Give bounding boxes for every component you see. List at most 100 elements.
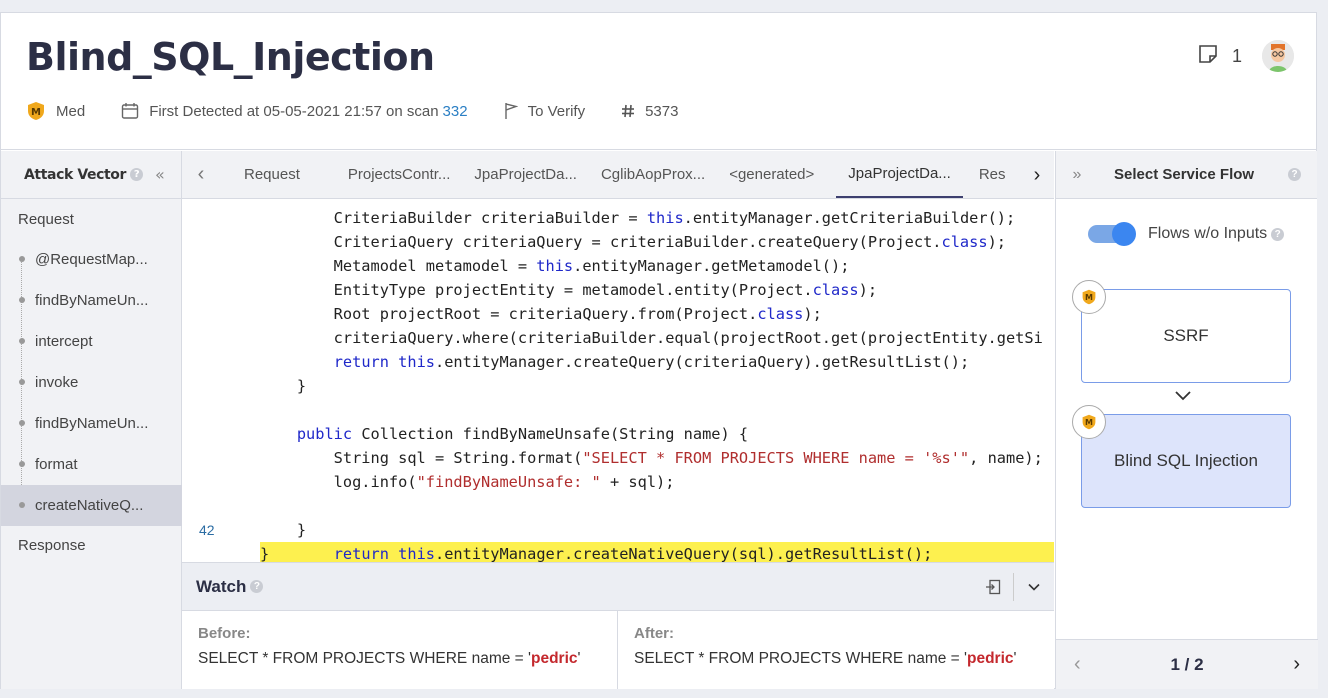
code-line: return this.entityManager.createQuery(cr… — [333, 353, 970, 371]
list-item[interactable]: findByNameUn... — [1, 280, 181, 321]
watch-tools — [973, 563, 1054, 611]
calendar-icon — [121, 102, 139, 120]
av-response[interactable]: Response — [1, 526, 181, 566]
file-tabs: ‹ Request ProjectsContr... JpaProjectDa.… — [182, 151, 1054, 199]
shield-medium-icon: M — [1072, 405, 1106, 439]
flag-icon — [504, 102, 518, 120]
issue-id: 5373 — [621, 103, 678, 120]
tab-cglib-aop-proxy[interactable]: CglibAopProx... — [589, 151, 717, 198]
service-flow-title: Select Service Flow — [1114, 166, 1255, 183]
shield-medium-icon: M — [26, 101, 46, 121]
after-label: After: — [634, 625, 674, 642]
svg-text:M: M — [31, 107, 41, 118]
tab-jpa-project-dao-active[interactable]: JpaProjectDa... — [836, 151, 963, 198]
watch-before: Before: SELECT * FROM PROJECTS WHERE nam… — [182, 611, 618, 689]
help-icon[interactable]: ? — [130, 168, 144, 181]
code-line: } — [260, 545, 270, 562]
issue-window: Blind_SQL_Injection M Med First Detected… — [0, 12, 1318, 689]
tabs-prev-icon[interactable]: ‹ — [182, 151, 220, 198]
code-line: EntityType projectEntity = metamodel.ent… — [260, 281, 878, 299]
tabs-next-icon[interactable]: › — [1020, 151, 1054, 198]
before-label: Before: — [198, 625, 251, 642]
flow-card-ssrf[interactable]: M SSRF — [1072, 280, 1291, 383]
flow-card-label: Blind SQL Injection — [1114, 451, 1258, 470]
help-icon[interactable]: ? — [1271, 227, 1285, 241]
watch-panel: Watch ? Before: SELECT * FROM PROJECTS W… — [182, 562, 1054, 689]
flows-toggle-row: Flows w/o Inputs ? — [1088, 222, 1285, 246]
code-line: } — [260, 377, 307, 395]
tab-jpa-project-dao[interactable]: JpaProjectDa... — [462, 151, 589, 198]
shield-medium-icon: M — [1072, 280, 1106, 314]
hash-icon — [621, 104, 635, 118]
notes-count: 1 — [1231, 45, 1242, 66]
help-icon[interactable]: ? — [250, 580, 264, 593]
chevron-down-icon[interactable] — [1014, 563, 1054, 611]
pager-prev-icon[interactable]: ‹ — [1074, 653, 1081, 676]
list-item[interactable]: intercept — [1, 321, 181, 362]
pager-text: 1 / 2 — [1170, 654, 1204, 674]
service-flow-panel: » Select Service Flow ? Flows w/o Inputs… — [1055, 151, 1318, 689]
flow-pager: ‹ 1 / 2 › — [1056, 639, 1318, 689]
watch-header: Watch ? — [182, 563, 1054, 611]
flow-card-label: SSRF — [1163, 326, 1209, 345]
attack-vector-panel: Attack Vector ? « Request @RequestMap...… — [1, 151, 193, 689]
first-detected-text: First Detected at 05-05-2021 21:57 on sc… — [149, 102, 439, 120]
svg-text:M: M — [1085, 293, 1093, 302]
watch-after: After: SELECT * FROM PROJECTS WHERE name… — [618, 611, 1054, 689]
attack-vector-title: Attack Vector — [24, 166, 127, 183]
code-line: CriteriaQuery criteriaQuery = criteriaBu… — [260, 233, 1006, 251]
code-line: CriteriaBuilder criteriaBuilder = this.e… — [260, 209, 1016, 227]
toggle-knob — [1112, 222, 1136, 246]
code-line: String sql = String.format("SELECT * FRO… — [260, 449, 1043, 467]
flow-card-blind-sql[interactable]: M Blind SQL Injection — [1072, 405, 1291, 508]
flows-toggle[interactable] — [1088, 222, 1136, 246]
attack-vector-list: Request @RequestMap... findByNameUn... i… — [1, 199, 193, 566]
before-value: SELECT * FROM PROJECTS WHERE name = 'ped… — [198, 650, 581, 667]
expand-icon[interactable]: » — [1056, 166, 1098, 184]
code-line: log.info("findByNameUnsafe: " + sql); — [260, 473, 675, 491]
svg-text:M: M — [1085, 418, 1093, 427]
severity: M Med — [26, 101, 85, 121]
watch-title: Watch — [196, 576, 247, 596]
issue-id-value: 5373 — [645, 102, 679, 120]
chevron-down-icon — [1174, 389, 1192, 407]
severity-label: Med — [56, 102, 86, 120]
list-item[interactable]: findByNameUn... — [1, 403, 181, 444]
help-icon[interactable]: ? — [1288, 168, 1301, 181]
pager-next-icon[interactable]: › — [1293, 653, 1300, 676]
tab-projects-controller[interactable]: ProjectsContr... — [312, 151, 463, 198]
code-line: Metamodel metamodel = this.entityManager… — [260, 257, 850, 275]
list-item[interactable]: format — [1, 444, 181, 485]
list-item[interactable]: invoke — [1, 362, 181, 403]
code-line: } — [260, 521, 307, 539]
page-title: Blind_SQL_Injection — [26, 35, 435, 79]
code-line: Root projectRoot = criteriaQuery.from(Pr… — [260, 305, 822, 323]
code-line: public Collection findByNameUnsafe(Strin… — [296, 425, 749, 443]
tab-request[interactable]: Request — [220, 151, 312, 198]
state[interactable]: To Verify — [504, 102, 586, 120]
after-value: SELECT * FROM PROJECTS WHERE name = 'ped… — [634, 650, 1017, 667]
list-item-active[interactable]: createNativeQ... — [1, 485, 193, 526]
avatar[interactable] — [1262, 40, 1294, 72]
issue-header: Blind_SQL_Injection M Med First Detected… — [1, 13, 1316, 150]
header-actions: 1 — [1198, 40, 1294, 72]
av-request[interactable]: Request — [1, 209, 181, 231]
notes-icon[interactable] — [1198, 44, 1218, 69]
attack-vector-header: Attack Vector ? « — [1, 151, 181, 199]
code-viewer: CriteriaBuilder criteriaBuilder = this.e… — [182, 200, 1054, 562]
first-detected: First Detected at 05-05-2021 21:57 on sc… — [121, 102, 468, 120]
scan-link[interactable]: 332 — [443, 103, 468, 120]
tab-generated[interactable]: <generated> — [717, 151, 826, 198]
service-flow-header: » Select Service Flow ? — [1056, 151, 1317, 199]
code-line-highlighted: 42 return this.entityManager.createNativ… — [182, 494, 1054, 562]
tab-response[interactable]: Res — [963, 151, 1018, 198]
collapse-left-icon[interactable]: « — [155, 165, 165, 184]
state-label: To Verify — [527, 102, 586, 120]
code-line: criteriaQuery.where(criteriaBuilder.equa… — [260, 329, 1043, 347]
watch-body: Before: SELECT * FROM PROJECTS WHERE nam… — [182, 611, 1054, 689]
issue-meta: M Med First Detected at 05-05-2021 21:57… — [26, 101, 714, 121]
list-item[interactable]: @RequestMap... — [1, 239, 181, 280]
flows-toggle-label: Flows w/o Inputs — [1148, 225, 1268, 242]
export-icon[interactable] — [973, 563, 1013, 611]
